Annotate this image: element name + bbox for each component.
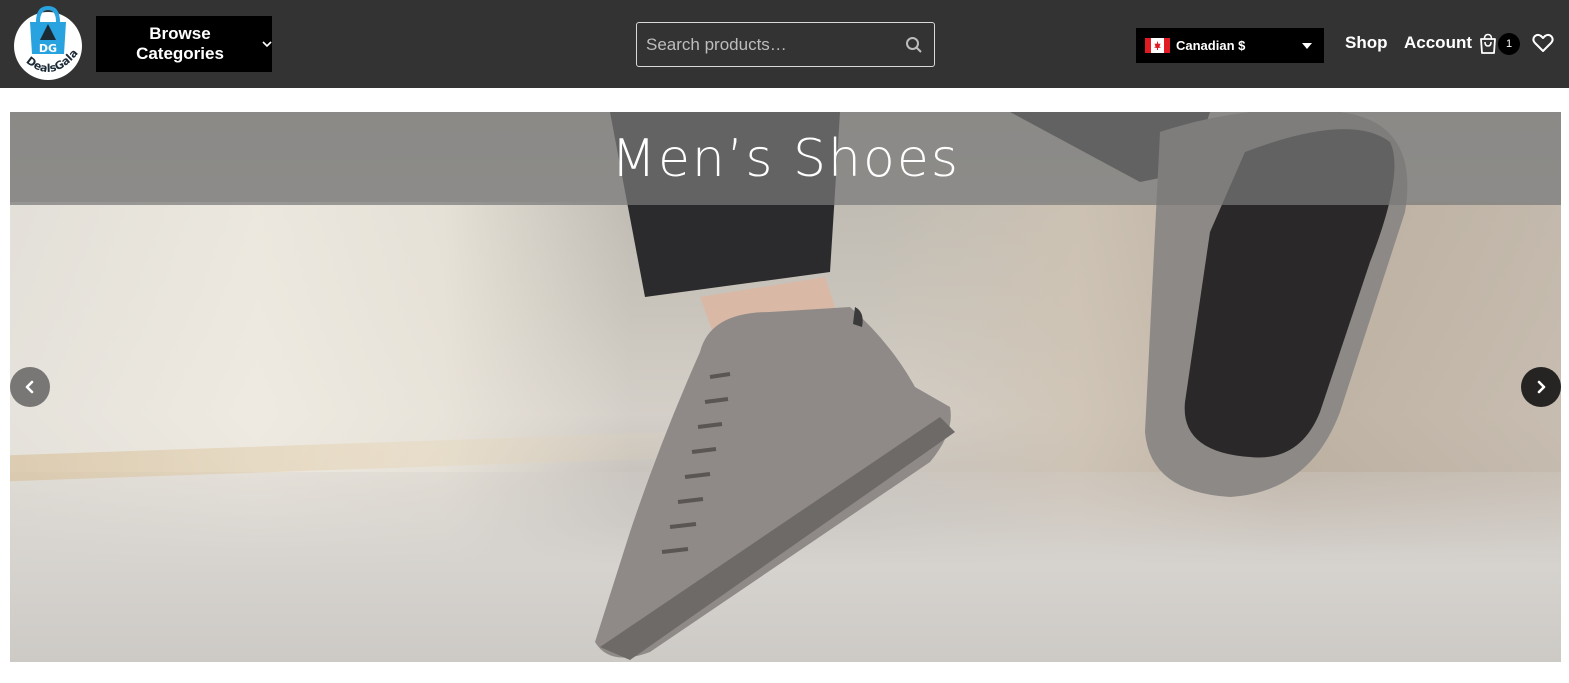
cart-button[interactable]: 1 — [1478, 33, 1522, 57]
slider-prev-button[interactable] — [10, 367, 50, 407]
chevron-left-icon — [25, 380, 34, 394]
caret-down-icon — [1302, 43, 1312, 49]
nav-shop-link[interactable]: Shop — [1345, 33, 1388, 53]
hero-slider: Men’s Shoes — [10, 112, 1561, 662]
slider-next-button[interactable] — [1521, 367, 1561, 407]
site-logo[interactable]: DG DealsGala — [12, 2, 84, 82]
wishlist-heart-icon[interactable] — [1532, 33, 1554, 55]
search-input[interactable] — [637, 23, 894, 66]
currency-selector[interactable]: Canadian $ — [1136, 28, 1324, 63]
site-header: DG DealsGala Browse Categories Canadia — [0, 0, 1569, 88]
browse-categories-button[interactable]: Browse Categories — [96, 16, 272, 72]
chevron-right-icon — [1537, 380, 1546, 394]
chevron-down-icon — [262, 40, 272, 48]
hero-title: Men’s Shoes — [611, 128, 960, 189]
svg-text:DG: DG — [39, 42, 57, 55]
nav-account-link[interactable]: Account — [1404, 33, 1472, 53]
hero-title-band: Men’s Shoes — [10, 112, 1561, 205]
browse-categories-label: Browse Categories — [136, 24, 224, 63]
cart-count-badge: 1 — [1498, 33, 1520, 55]
canada-flag-icon — [1145, 38, 1170, 53]
search-box — [636, 22, 935, 67]
currency-label: Canadian $ — [1176, 38, 1246, 53]
cart-icon — [1480, 33, 1496, 54]
search-icon[interactable] — [894, 36, 934, 54]
